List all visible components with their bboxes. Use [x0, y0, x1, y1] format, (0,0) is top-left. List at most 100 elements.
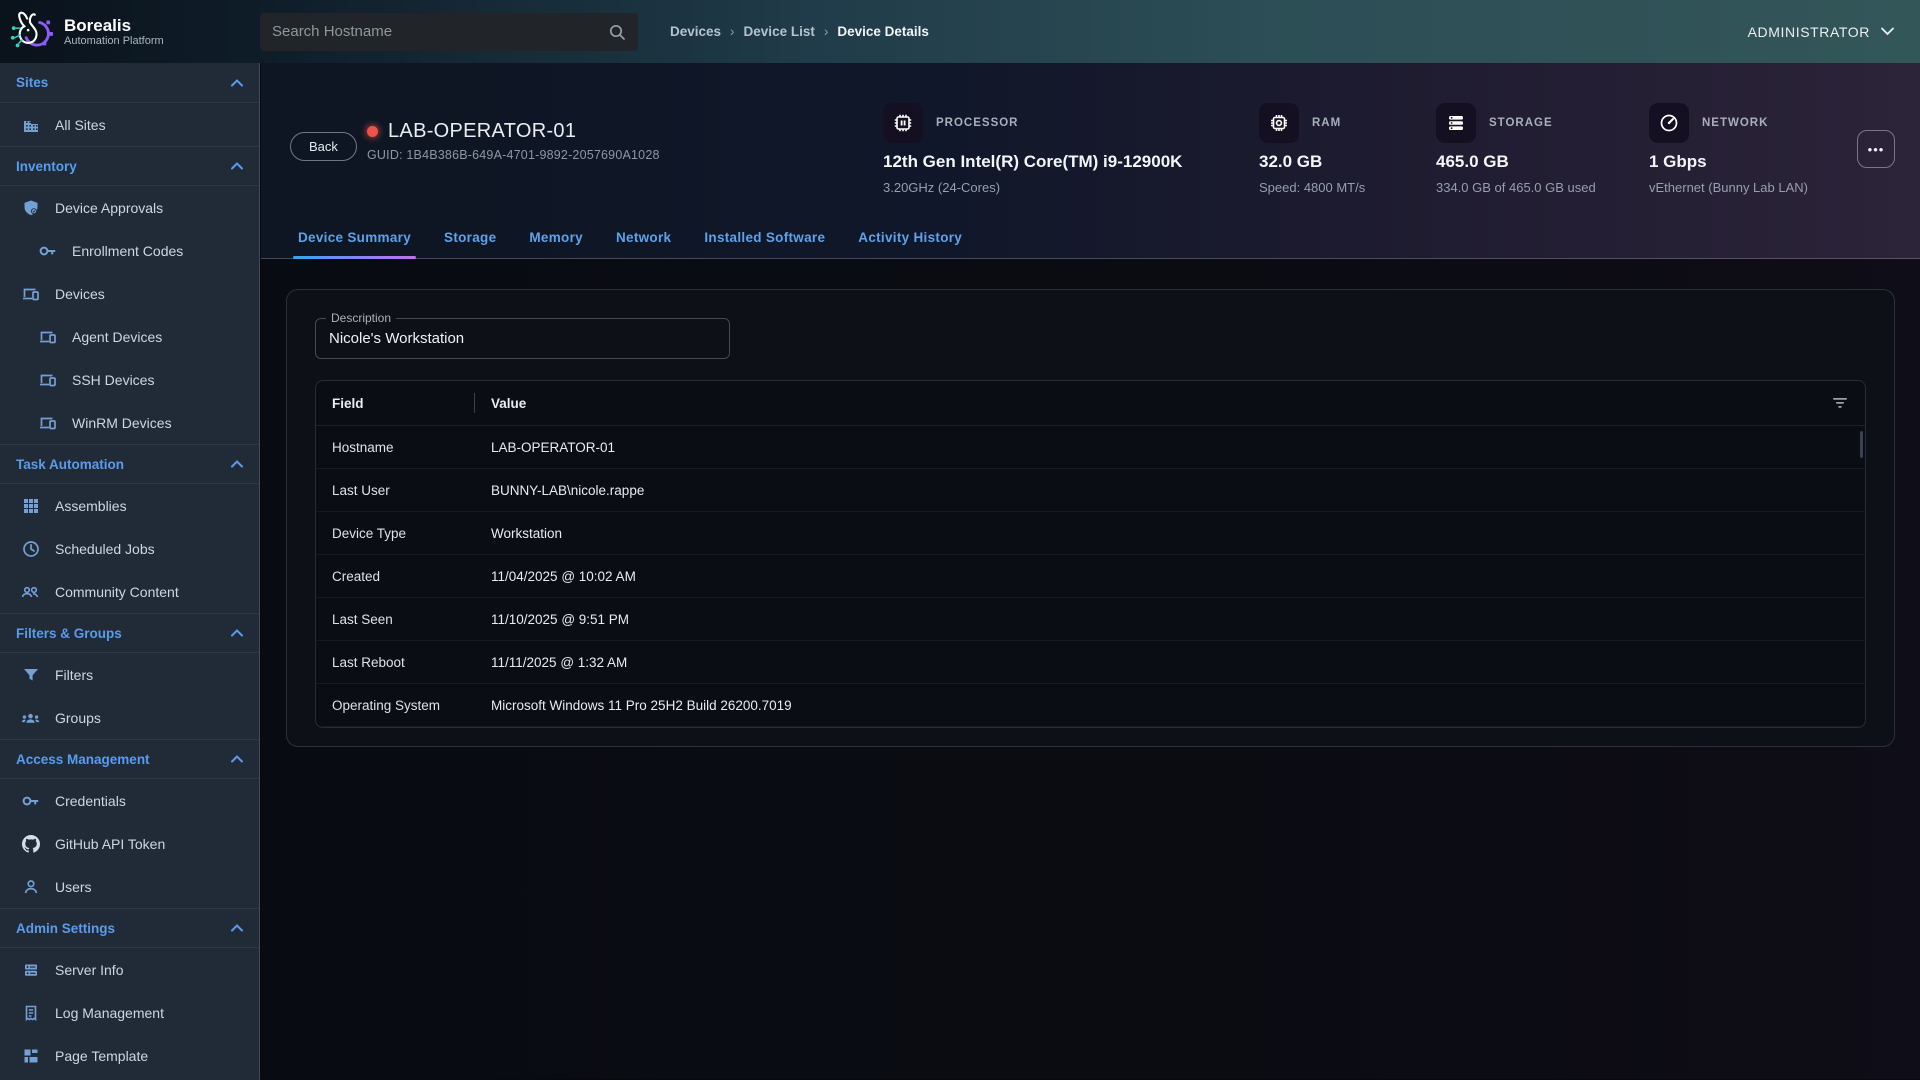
tab-activity-history[interactable]: Activity History — [858, 230, 962, 258]
table-row: Hostname LAB-OPERATOR-01 — [316, 426, 1865, 469]
log-icon — [21, 1003, 40, 1022]
sidebar-item-device-approvals[interactable]: Device Approvals — [0, 186, 259, 229]
tab-storage[interactable]: Storage — [444, 230, 496, 258]
device-guid: GUID: 1B4B386B-649A-4701-9892-2057690A10… — [367, 148, 660, 162]
sidebar-item-filters[interactable]: Filters — [0, 653, 259, 696]
table-row: Last Reboot 11/11/2025 @ 1:32 AM — [316, 641, 1865, 684]
section-label: Admin Settings — [16, 921, 115, 936]
sidebar-item-enrollment-codes[interactable]: Enrollment Codes — [0, 229, 259, 272]
stat-label: NETWORK — [1702, 117, 1768, 129]
filter-list-icon[interactable] — [1830, 393, 1850, 413]
devices-icon — [38, 370, 57, 389]
sidebar-item-credentials[interactable]: Credentials — [0, 779, 259, 822]
tab-memory[interactable]: Memory — [529, 230, 583, 258]
row-value: LAB-OPERATOR-01 — [474, 440, 1865, 455]
sidebar-item-label: Server Info — [55, 962, 123, 978]
top-bar: Borealis Automation Platform Devices › D… — [0, 0, 1920, 63]
row-value: 11/04/2025 @ 10:02 AM — [474, 569, 1865, 584]
sidebar-item-assemblies[interactable]: Assemblies — [0, 484, 259, 527]
section-label: Access Management — [16, 752, 150, 767]
sidebar-item-label: Community Content — [55, 584, 179, 600]
stat-value: 12th Gen Intel(R) Core(TM) i9-12900K — [883, 152, 1182, 172]
column-header-field: Field — [316, 396, 474, 411]
sidebar-item-label: All Sites — [55, 117, 106, 133]
sidebar-section-inventory[interactable]: Inventory — [0, 146, 259, 186]
table-row: Operating System Microsoft Windows 11 Pr… — [316, 684, 1865, 727]
chevron-up-icon — [231, 629, 243, 637]
device-summary-card: Description Field Value Hostname LAB-OPE… — [286, 289, 1895, 747]
github-icon — [21, 834, 40, 853]
sidebar-item-log-management[interactable]: Log Management — [0, 991, 259, 1034]
sidebar-section-filters-groups[interactable]: Filters & Groups — [0, 613, 259, 653]
device-header: Back LAB-OPERATOR-01 GUID: 1B4B386B-649A… — [261, 63, 1920, 259]
people-icon — [21, 582, 40, 601]
tab-installed-software[interactable]: Installed Software — [704, 230, 825, 258]
section-label: Sites — [16, 75, 48, 90]
sidebar-item-label: Agent Devices — [72, 329, 162, 345]
sidebar-item-scheduled-jobs[interactable]: Scheduled Jobs — [0, 527, 259, 570]
sidebar-item-groups[interactable]: Groups — [0, 696, 259, 739]
sidebar-item-label: Groups — [55, 710, 101, 726]
sidebar-item-label: WinRM Devices — [72, 415, 172, 431]
row-field: Created — [316, 569, 474, 584]
breadcrumb-device-list[interactable]: Device List — [744, 24, 815, 39]
sidebar-item-community-content[interactable]: Community Content — [0, 570, 259, 613]
breadcrumb-separator: › — [824, 24, 829, 39]
sidebar-section-task-automation[interactable]: Task Automation — [0, 444, 259, 484]
tab-bar: Device Summary Storage Memory Network In… — [261, 230, 1920, 258]
section-label: Filters & Groups — [16, 626, 122, 641]
sidebar: Sites All Sites Inventory Device Approva… — [0, 63, 260, 1080]
sidebar-item-label: Log Management — [55, 1005, 164, 1021]
sidebar-item-github-api-token[interactable]: GitHub API Token — [0, 822, 259, 865]
sidebar-section-sites[interactable]: Sites — [0, 63, 259, 103]
breadcrumb: Devices › Device List › Device Details — [670, 24, 929, 39]
sidebar-item-page-template[interactable]: Page Template — [0, 1034, 259, 1077]
stat-label: PROCESSOR — [936, 117, 1019, 129]
key-icon — [38, 241, 57, 260]
user-menu-label: ADMINISTRATOR — [1748, 24, 1870, 40]
sidebar-section-access-management[interactable]: Access Management — [0, 739, 259, 779]
breadcrumb-devices[interactable]: Devices — [670, 24, 721, 39]
stat-sub: 334.0 GB of 465.0 GB used — [1436, 180, 1596, 195]
search-box[interactable] — [260, 13, 638, 51]
sidebar-item-users[interactable]: Users — [0, 865, 259, 908]
section-label: Task Automation — [16, 457, 124, 472]
sidebar-item-label: Devices — [55, 286, 105, 302]
cpu-icon — [883, 103, 923, 143]
sidebar-item-label: GitHub API Token — [55, 836, 165, 852]
chevron-up-icon — [231, 79, 243, 87]
search-input[interactable] — [272, 23, 608, 40]
sidebar-item-agent-devices[interactable]: Agent Devices — [0, 315, 259, 358]
sidebar-item-server-info[interactable]: Server Info — [0, 948, 259, 991]
row-field: Last Seen — [316, 612, 474, 627]
clock-icon — [21, 539, 40, 558]
stat-label: RAM — [1312, 117, 1341, 129]
chevron-up-icon — [231, 162, 243, 170]
sidebar-item-all-sites[interactable]: All Sites — [0, 103, 259, 146]
layout-icon — [21, 1046, 40, 1065]
more-actions-button[interactable]: ••• — [1857, 130, 1895, 168]
sidebar-item-devices[interactable]: Devices — [0, 272, 259, 315]
section-label: Inventory — [16, 159, 77, 174]
stat-sub: vEthernet (Bunny Lab LAN) — [1649, 180, 1808, 195]
building-icon — [21, 115, 40, 134]
rabbit-logo-icon — [8, 9, 54, 55]
table-scrollbar[interactable] — [1860, 431, 1863, 458]
ram-icon — [1259, 103, 1299, 143]
sidebar-item-winrm-devices[interactable]: WinRM Devices — [0, 401, 259, 444]
stat-storage: STORAGE 465.0 GB 334.0 GB of 465.0 GB us… — [1436, 103, 1596, 195]
brand-name: Borealis — [64, 16, 164, 35]
tab-device-summary[interactable]: Device Summary — [298, 230, 411, 258]
row-field: Operating System — [316, 698, 474, 713]
tab-network[interactable]: Network — [616, 230, 671, 258]
user-menu[interactable]: ADMINISTRATOR — [1748, 24, 1894, 40]
breadcrumb-device-details: Device Details — [837, 24, 929, 39]
description-field: Description — [315, 318, 730, 359]
network-icon — [1649, 103, 1689, 143]
sidebar-section-admin-settings[interactable]: Admin Settings — [0, 908, 259, 948]
devices-icon — [38, 413, 57, 432]
sidebar-item-ssh-devices[interactable]: SSH Devices — [0, 358, 259, 401]
grid-icon — [21, 496, 40, 515]
back-button[interactable]: Back — [290, 132, 357, 161]
brand-logo: Borealis Automation Platform — [0, 9, 260, 55]
